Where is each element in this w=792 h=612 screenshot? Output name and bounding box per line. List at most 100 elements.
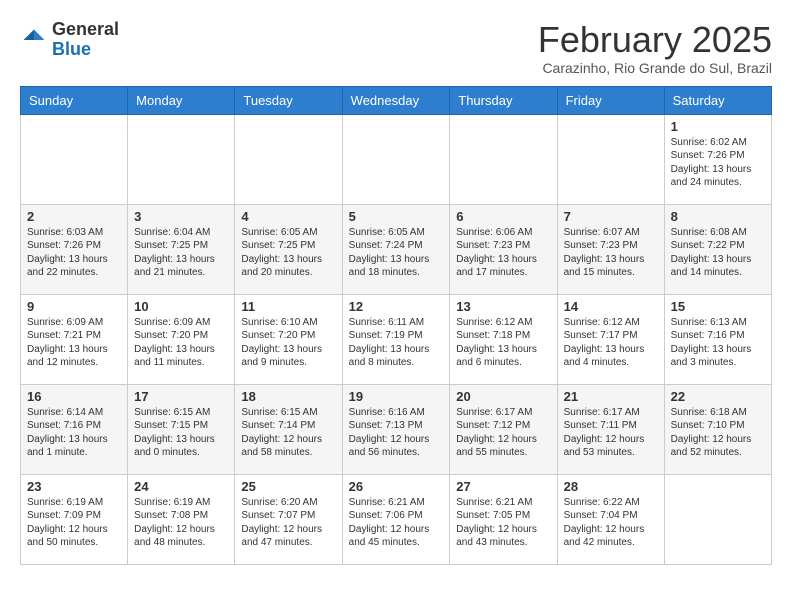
day-number: 6	[456, 209, 550, 224]
day-number: 24	[134, 479, 228, 494]
day-number: 10	[134, 299, 228, 314]
calendar-cell	[21, 114, 128, 204]
calendar-cell: 10 Sunrise: 6:09 AM Sunset: 7:20 PM Dayli…	[128, 294, 235, 384]
day-info: Sunrise: 6:11 AM Sunset: 7:19 PM Dayligh…	[349, 316, 444, 370]
calendar-cell: 23 Sunrise: 6:19 AM Sunset: 7:09 PM Dayli…	[21, 474, 128, 564]
logo-general: General	[52, 19, 119, 39]
calendar-cell: 5 Sunrise: 6:05 AM Sunset: 7:24 PM Daylig…	[342, 204, 450, 294]
day-number: 11	[241, 299, 335, 314]
day-info: Sunrise: 6:09 AM Sunset: 7:21 PM Dayligh…	[27, 316, 121, 370]
day-info: Sunrise: 6:21 AM Sunset: 7:05 PM Dayligh…	[456, 496, 550, 550]
month-title: February 2025	[538, 20, 772, 60]
day-number: 20	[456, 389, 550, 404]
calendar-cell: 27 Sunrise: 6:21 AM Sunset: 7:05 PM Dayli…	[450, 474, 557, 564]
day-number: 2	[27, 209, 121, 224]
calendar-cell: 20 Sunrise: 6:17 AM Sunset: 7:12 PM Dayli…	[450, 384, 557, 474]
day-info: Sunrise: 6:18 AM Sunset: 7:10 PM Dayligh…	[671, 406, 765, 460]
weekday-header: Saturday	[664, 86, 771, 114]
weekday-header: Thursday	[450, 86, 557, 114]
day-info: Sunrise: 6:16 AM Sunset: 7:13 PM Dayligh…	[349, 406, 444, 460]
logo-text: General Blue	[52, 20, 119, 60]
weekday-header: Sunday	[21, 86, 128, 114]
day-number: 16	[27, 389, 121, 404]
calendar-cell	[557, 114, 664, 204]
day-info: Sunrise: 6:13 AM Sunset: 7:16 PM Dayligh…	[671, 316, 765, 370]
day-number: 23	[27, 479, 121, 494]
calendar-cell	[450, 114, 557, 204]
day-info: Sunrise: 6:14 AM Sunset: 7:16 PM Dayligh…	[27, 406, 121, 460]
calendar-table: SundayMondayTuesdayWednesdayThursdayFrid…	[20, 86, 772, 565]
day-info: Sunrise: 6:08 AM Sunset: 7:22 PM Dayligh…	[671, 226, 765, 280]
day-number: 4	[241, 209, 335, 224]
logo: General Blue	[20, 20, 119, 60]
day-number: 28	[564, 479, 658, 494]
day-info: Sunrise: 6:05 AM Sunset: 7:24 PM Dayligh…	[349, 226, 444, 280]
day-info: Sunrise: 6:20 AM Sunset: 7:07 PM Dayligh…	[241, 496, 335, 550]
calendar-cell: 17 Sunrise: 6:15 AM Sunset: 7:15 PM Dayli…	[128, 384, 235, 474]
logo-icon	[20, 26, 48, 54]
calendar-cell: 7Sunrise: 6:07 AM Sunset: 7:23 PM Daylig…	[557, 204, 664, 294]
day-number: 14	[564, 299, 658, 314]
day-number: 12	[349, 299, 444, 314]
day-number: 19	[349, 389, 444, 404]
calendar-cell	[128, 114, 235, 204]
day-number: 8	[671, 209, 765, 224]
page-header: General Blue February 2025 Carazinho, Ri…	[20, 20, 772, 76]
day-info: Sunrise: 6:12 AM Sunset: 7:18 PM Dayligh…	[456, 316, 550, 370]
weekday-header: Monday	[128, 86, 235, 114]
calendar-cell: 8 Sunrise: 6:08 AM Sunset: 7:22 PM Daylig…	[664, 204, 771, 294]
calendar-cell: 3Sunrise: 6:04 AM Sunset: 7:25 PM Daylig…	[128, 204, 235, 294]
day-number: 25	[241, 479, 335, 494]
calendar-week-row: 23 Sunrise: 6:19 AM Sunset: 7:09 PM Dayli…	[21, 474, 772, 564]
calendar-week-row: 2 Sunrise: 6:03 AM Sunset: 7:26 PM Daylig…	[21, 204, 772, 294]
title-block: February 2025 Carazinho, Rio Grande do S…	[538, 20, 772, 76]
day-number: 13	[456, 299, 550, 314]
day-info: Sunrise: 6:02 AM Sunset: 7:26 PM Dayligh…	[671, 136, 765, 190]
day-number: 9	[27, 299, 121, 314]
weekday-header: Tuesday	[235, 86, 342, 114]
day-info: Sunrise: 6:19 AM Sunset: 7:09 PM Dayligh…	[27, 496, 121, 550]
day-info: Sunrise: 6:03 AM Sunset: 7:26 PM Dayligh…	[27, 226, 121, 280]
day-number: 5	[349, 209, 444, 224]
calendar-cell: 19 Sunrise: 6:16 AM Sunset: 7:13 PM Dayli…	[342, 384, 450, 474]
day-info: Sunrise: 6:22 AM Sunset: 7:04 PM Dayligh…	[564, 496, 658, 550]
calendar-cell: 16 Sunrise: 6:14 AM Sunset: 7:16 PM Dayli…	[21, 384, 128, 474]
location-subtitle: Carazinho, Rio Grande do Sul, Brazil	[538, 60, 772, 76]
calendar-cell: 25 Sunrise: 6:20 AM Sunset: 7:07 PM Dayli…	[235, 474, 342, 564]
weekday-header: Friday	[557, 86, 664, 114]
day-number: 21	[564, 389, 658, 404]
calendar-cell	[342, 114, 450, 204]
weekday-header-row: SundayMondayTuesdayWednesdayThursdayFrid…	[21, 86, 772, 114]
day-info: Sunrise: 6:09 AM Sunset: 7:20 PM Dayligh…	[134, 316, 228, 370]
day-info: Sunrise: 6:10 AM Sunset: 7:20 PM Dayligh…	[241, 316, 335, 370]
calendar-cell: 9 Sunrise: 6:09 AM Sunset: 7:21 PM Daylig…	[21, 294, 128, 384]
calendar-cell: 14Sunrise: 6:12 AM Sunset: 7:17 PM Dayli…	[557, 294, 664, 384]
calendar-cell: 26Sunrise: 6:21 AM Sunset: 7:06 PM Dayli…	[342, 474, 450, 564]
calendar-cell: 18Sunrise: 6:15 AM Sunset: 7:14 PM Dayli…	[235, 384, 342, 474]
calendar-cell: 24Sunrise: 6:19 AM Sunset: 7:08 PM Dayli…	[128, 474, 235, 564]
calendar-week-row: 9 Sunrise: 6:09 AM Sunset: 7:21 PM Daylig…	[21, 294, 772, 384]
day-info: Sunrise: 6:17 AM Sunset: 7:12 PM Dayligh…	[456, 406, 550, 460]
calendar-cell: 22 Sunrise: 6:18 AM Sunset: 7:10 PM Dayli…	[664, 384, 771, 474]
calendar-cell: 15 Sunrise: 6:13 AM Sunset: 7:16 PM Dayli…	[664, 294, 771, 384]
calendar-cell: 2 Sunrise: 6:03 AM Sunset: 7:26 PM Daylig…	[21, 204, 128, 294]
calendar-week-row: 1Sunrise: 6:02 AM Sunset: 7:26 PM Daylig…	[21, 114, 772, 204]
calendar-cell: 4 Sunrise: 6:05 AM Sunset: 7:25 PM Daylig…	[235, 204, 342, 294]
day-number: 27	[456, 479, 550, 494]
calendar-week-row: 16 Sunrise: 6:14 AM Sunset: 7:16 PM Dayli…	[21, 384, 772, 474]
calendar-cell: 6Sunrise: 6:06 AM Sunset: 7:23 PM Daylig…	[450, 204, 557, 294]
calendar-cell: 28 Sunrise: 6:22 AM Sunset: 7:04 PM Dayli…	[557, 474, 664, 564]
day-number: 17	[134, 389, 228, 404]
day-info: Sunrise: 6:05 AM Sunset: 7:25 PM Dayligh…	[241, 226, 335, 280]
calendar-cell: 11 Sunrise: 6:10 AM Sunset: 7:20 PM Dayli…	[235, 294, 342, 384]
logo-blue: Blue	[52, 39, 91, 59]
calendar-cell: 13 Sunrise: 6:12 AM Sunset: 7:18 PM Dayli…	[450, 294, 557, 384]
calendar-cell	[664, 474, 771, 564]
calendar-cell: 1Sunrise: 6:02 AM Sunset: 7:26 PM Daylig…	[664, 114, 771, 204]
day-info: Sunrise: 6:07 AM Sunset: 7:23 PM Dayligh…	[564, 226, 658, 280]
day-info: Sunrise: 6:15 AM Sunset: 7:14 PM Dayligh…	[241, 406, 335, 460]
day-info: Sunrise: 6:15 AM Sunset: 7:15 PM Dayligh…	[134, 406, 228, 460]
day-info: Sunrise: 6:21 AM Sunset: 7:06 PM Dayligh…	[349, 496, 444, 550]
day-number: 15	[671, 299, 765, 314]
day-number: 22	[671, 389, 765, 404]
